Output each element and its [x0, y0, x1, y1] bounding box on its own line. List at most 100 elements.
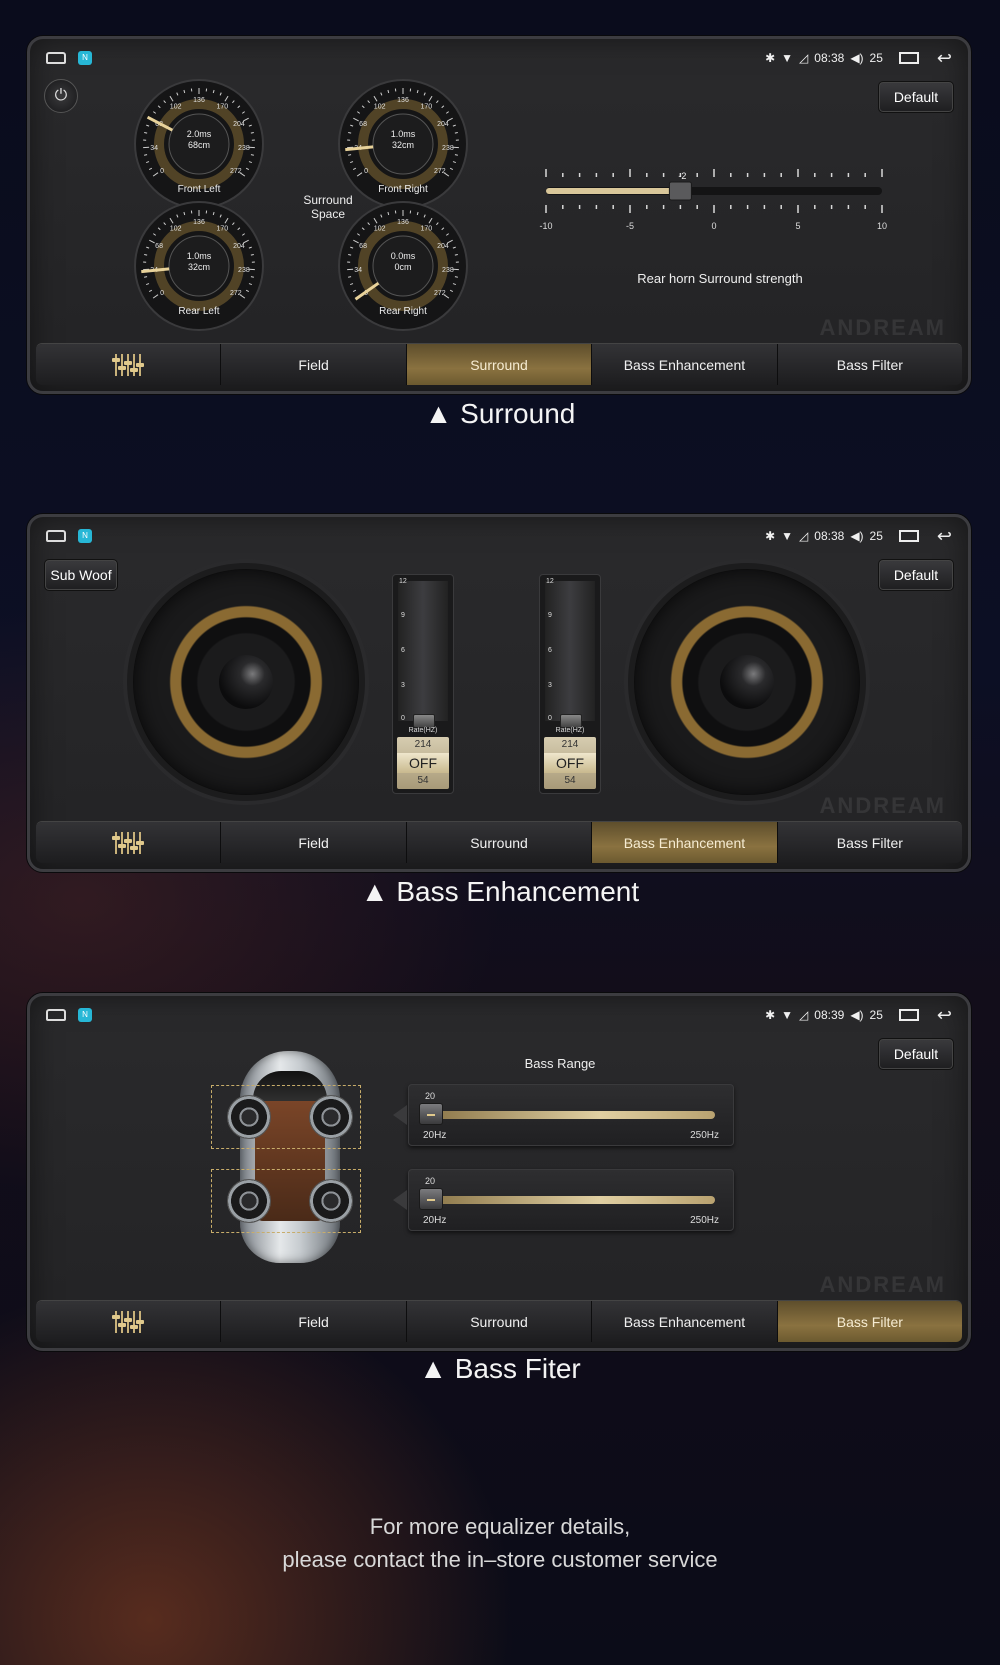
tick-label: 5: [795, 221, 801, 231]
fader-tick: 6: [401, 647, 405, 654]
tab-bass-filter[interactable]: Bass Filter: [777, 1301, 962, 1342]
slider-min: 20Hz: [423, 1130, 447, 1141]
recent-apps-icon[interactable]: [898, 530, 919, 542]
home-icon[interactable]: [46, 1009, 66, 1021]
strength-track[interactable]: -2: [540, 169, 900, 219]
slider-track[interactable]: [427, 1111, 715, 1119]
tab-field[interactable]: Field: [221, 344, 407, 385]
bass-enhancement-panel: N ✱ ▼ ◿ 08:38 ◀) 25 ↩ Sub Woof Default 1…: [27, 514, 971, 872]
status-indicators: ✱ ▼ ◿ 08:39 ◀) 25 ↩: [765, 1005, 952, 1026]
fader-thumb[interactable]: [560, 714, 582, 728]
strength-thumb[interactable]: [668, 181, 692, 201]
rate-above: 214: [414, 739, 432, 750]
fader-scale: [545, 581, 595, 721]
home-icon[interactable]: [46, 530, 66, 542]
rear-right-speaker: [309, 1179, 353, 1223]
front-right-speaker: [309, 1095, 353, 1139]
equalizer-icon: [112, 1310, 145, 1333]
app-icon[interactable]: N: [78, 1008, 92, 1022]
default-button[interactable]: Default: [878, 1038, 954, 1070]
recent-apps-icon[interactable]: [898, 1009, 919, 1021]
back-icon[interactable]: ↩: [937, 1005, 952, 1026]
tab-bass-filter[interactable]: Bass Filter: [777, 822, 962, 863]
dial-readout: 1.0ms 32cm: [186, 251, 212, 272]
volume-icon: ◀): [850, 529, 864, 543]
status-indicators: ✱ ▼ ◿ 08:38 ◀) 25 ↩: [765, 526, 952, 547]
slider-min: 20Hz: [423, 1215, 447, 1226]
dial-front-left[interactable]: 2.0ms 68cm Front Left: [133, 79, 265, 195]
pointer-arrow: [393, 1190, 407, 1210]
fader-thumb[interactable]: [413, 714, 435, 728]
rate-above: 214: [561, 739, 579, 750]
back-icon[interactable]: ↩: [937, 526, 952, 547]
speaker-cone: [219, 655, 273, 709]
fader-tick: 9: [548, 612, 552, 619]
slider-thumb[interactable]: [419, 1188, 443, 1210]
equalizer-icon: [112, 831, 145, 854]
wifi-icon: ▼: [781, 1008, 794, 1022]
dial-readout: 2.0ms 68cm: [186, 129, 212, 150]
clock: 08:39: [814, 1008, 845, 1022]
tab-surround[interactable]: Surround: [406, 1301, 593, 1342]
tab-bass-enhancement[interactable]: Bass Enhancement: [592, 822, 778, 863]
tick-label: 0: [711, 221, 717, 231]
dial-readout: 1.0ms 32cm: [390, 129, 416, 150]
strength-fill: [546, 188, 681, 194]
surround-strength-slider[interactable]: -2 -10 -5 0 5 10: [539, 169, 890, 231]
tab-equalizer[interactable]: [36, 822, 222, 863]
tab-bar: Field Surround Bass Enhancement Bass Fil…: [36, 343, 962, 385]
bass-range-label: Bass Range: [524, 1056, 596, 1071]
caption-bass-enhancement: ▲ Bass Enhancement: [360, 876, 640, 907]
fader-tick: 6: [548, 647, 552, 654]
car-top-view: [211, 1051, 365, 1263]
rate-state: OFF: [397, 753, 449, 773]
volume-level: 25: [869, 1008, 883, 1022]
right-speaker: [634, 569, 860, 795]
fader-scale: [398, 581, 448, 721]
strength-value: -2: [678, 171, 686, 181]
tab-field[interactable]: Field: [221, 1301, 407, 1342]
rear-left-speaker: [227, 1179, 271, 1223]
fader-tick: 3: [401, 682, 405, 689]
rate-label: Rate(HZ): [555, 727, 585, 734]
front-left-speaker: [227, 1095, 271, 1139]
default-button[interactable]: Default: [878, 559, 954, 591]
slider-thumb[interactable]: [419, 1103, 443, 1125]
watermark: ANDREAM: [819, 315, 946, 340]
tab-equalizer[interactable]: [36, 1301, 222, 1342]
rate-label: Rate(HZ): [408, 727, 438, 734]
fader-tick: 12: [546, 578, 554, 585]
rate-selector[interactable]: 214 OFF 54: [397, 737, 449, 789]
tick-label: -10: [539, 221, 553, 231]
tab-bar: Field Surround Bass Enhancement Bass Fil…: [36, 821, 962, 863]
dial-label: Front Left: [177, 184, 221, 195]
tab-equalizer[interactable]: [36, 344, 222, 385]
tab-bass-filter[interactable]: Bass Filter: [777, 344, 962, 385]
rate-below: 54: [417, 775, 429, 786]
tab-field[interactable]: Field: [221, 822, 407, 863]
bass-fader-right[interactable]: 12 9 6 3 0 Rate(HZ) 214 OFF 54: [539, 574, 601, 794]
tab-surround[interactable]: Surround: [406, 822, 593, 863]
tab-bass-enhancement[interactable]: Bass Enhancement: [592, 344, 778, 385]
rate-selector[interactable]: 214 OFF 54: [544, 737, 596, 789]
sub-woof-button[interactable]: Sub Woof: [44, 559, 118, 591]
pointer-arrow: [393, 1105, 407, 1125]
dial-rear-left[interactable]: 1.0ms 32cm Rear Left: [133, 201, 265, 317]
dial-label: Rear Left: [178, 306, 220, 317]
slider-track[interactable]: [427, 1196, 715, 1204]
equalizer-icon: [112, 353, 145, 376]
app-icon[interactable]: N: [78, 529, 92, 543]
bluetooth-icon: ✱: [765, 529, 776, 543]
dial-front-right[interactable]: 1.0ms 32cm Front Right: [337, 79, 469, 195]
wifi-icon: ▼: [781, 529, 794, 543]
bass-fader-left[interactable]: 12 9 6 3 0 Rate(HZ) 214 OFF 54: [392, 574, 454, 794]
bass-range-slider-front[interactable]: 20 20Hz 250Hz: [393, 1084, 734, 1146]
speaker-cone: [720, 655, 774, 709]
fader-tick: 9: [401, 612, 405, 619]
tab-bar: Field Surround Bass Enhancement Bass Fil…: [36, 1300, 962, 1342]
bass-range-slider-rear[interactable]: 20 20Hz 250Hz: [393, 1169, 734, 1231]
footer-line-2: please contact the in–store customer ser…: [282, 1547, 718, 1572]
tab-surround[interactable]: Surround: [406, 344, 593, 385]
fader-tick: 0: [548, 715, 552, 722]
tab-bass-enhancement[interactable]: Bass Enhancement: [592, 1301, 778, 1342]
